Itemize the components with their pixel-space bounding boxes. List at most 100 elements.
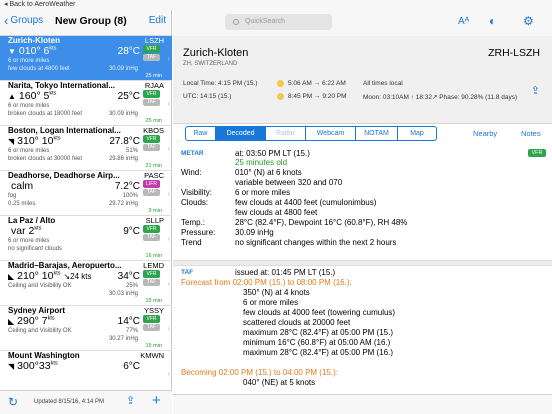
station-code: SLLP [145,216,164,225]
groups-back-button[interactable]: ‹ Groups [4,14,43,27]
temperature: 28°C [117,46,140,57]
back-to-app-link[interactable]: ◂ Back to AeroWeather [4,1,75,8]
chevron-right-icon: › [167,369,170,378]
metar-value: 28°C (82.4°F), Dewpoint 16°C (60.8°F), R… [235,218,408,227]
station-code: RJAA [144,81,164,90]
pressure: 30.09 inHg [108,111,138,117]
report-age: 25 min [145,73,162,79]
temperature: 9°C [123,226,140,237]
metar-value: 6 or more miles [235,188,291,197]
station-info: Zurich-Kloten ZH, SWITZERLAND ZRH-LSZH L… [173,36,552,124]
tab-map[interactable]: Map [398,127,436,140]
station-code: PASC [144,171,164,180]
temperature: 25°C [117,91,140,102]
taf-line: maximum 28°C (82.4°F) at 05:00 PM (15.) [243,328,394,337]
station-name: Zurich-Kloten [8,36,60,45]
taf-badge: TAF [143,234,160,241]
wind-readout: calm [11,180,34,192]
metar-value: few clouds at 4400 feet (cumulonimbus) [235,198,377,207]
report-age: 9 min [148,208,162,214]
flight-rule-badge: LIFR [143,180,160,188]
visibility: 6 or more miles [8,238,50,244]
station-row[interactable]: Sydney Airport YSSY ◣ 290° 7kts 14°C VFR TAF C… [0,306,172,351]
report-age: 15 min [145,298,162,304]
station-name: Sydney Airport [8,306,66,315]
taf-badge: TAF [143,189,160,196]
station-row[interactable]: Deadhorse, Deadhorse Airp... PASC calm 7.2… [0,171,172,216]
wind-readout: ▼ 010° 6kts [8,45,57,57]
section-divider [173,260,552,266]
taf-line: 040° (NE) at 5 knots [243,378,316,387]
station-row[interactable]: Narita, Tokyo International... RJAA ▲ 160° … [0,81,172,126]
text-size-icon[interactable]: Aᴬ [458,16,469,27]
station-name: Mount Washington [8,351,80,360]
station-row[interactable]: Madrid–Barajas, Aeropuerto... LEMD ◣ 210° 1… [0,261,172,306]
metar-vfr-badge: VFR [528,149,546,157]
wind-readout: ◥ 300°33kts [8,360,58,372]
humidity: 25% [125,283,138,289]
share-icon[interactable]: ⇪ [531,84,540,97]
station-row[interactable]: La Paz / Alto SLLP var 2kts 9°C VFR TAF 6 or … [0,216,172,261]
chevron-right-icon: › [167,99,170,108]
pressure: 30.09 inHg [108,66,138,72]
station-row[interactable]: Mount Washington KMWN ◥ 300°33kts 6°C › [0,351,172,381]
station-row[interactable]: Boston, Logan International... KBOS ◥ 310° … [0,126,172,171]
chevron-right-icon: › [167,144,170,153]
nearby-link[interactable]: Nearby [473,129,497,138]
taf-line: minimum 16°C (60.8°F) at 05:00 AM (16.) [243,338,391,347]
search-icon [233,19,239,25]
edit-button[interactable]: Edit [149,15,166,26]
detail-footer [173,394,552,414]
tab-decoded[interactable]: Decoded [216,127,266,140]
station-name: La Paz / Alto [8,216,56,225]
share-icon[interactable]: ⇪ [126,394,135,407]
sunrise: 5:06 AM → 6:22 AM [277,80,346,87]
metar-key: Wind: [181,168,202,177]
settings-icon[interactable]: ⚙ [523,14,534,28]
station-row[interactable]: Zurich-Kloten LSZH ▼ 010° 6kts 28°C VFR TAF 6 … [0,36,172,81]
wind-arrow-icon: ◥ [8,362,15,371]
visibility: Ceiling and Visibility OK [8,328,72,334]
utc-time: UTC: 14:15 (15.) [183,93,232,100]
taf-line: Forecast from 02:00 PM (15.) to 08:00 PM… [181,278,352,287]
view-tabs: Raw Decoded Radar Webcam NOTAM Map [185,126,437,141]
wind-arrow-icon: ▼ [8,47,16,56]
tab-raw[interactable]: Raw [186,127,216,140]
stations-panel: ‹ Groups New Group (8) Edit Zurich-Klote… [0,10,172,414]
station-code: YSSY [143,306,164,315]
flight-rule-badge: VFR [143,315,160,323]
contrast-icon[interactable]: ◐ [489,14,496,28]
notes-link[interactable]: Notes [521,129,541,138]
wind-readout: ◣ 210° 10kts ↘24 kts [8,270,92,282]
temperature: 7.2°C [114,181,140,192]
refresh-icon[interactable]: ↻ [8,395,18,409]
station-code: KBOS [143,126,164,135]
stations-footer: ↻ Updated 8/15/16, 4:14 PM ⇪ + [0,390,172,414]
taf-tag: TAF [181,269,194,276]
flight-rule-badge: VFR [143,270,160,278]
add-icon[interactable]: + [152,392,161,409]
metar-value: 010° (N) at 6 knots [235,168,302,177]
quicksearch-field[interactable]: QuickSearch [225,14,332,30]
metar-age: 25 minutes old [235,158,288,167]
station-list: Zurich-Kloten LSZH ▼ 010° 6kts 28°C VFR TAF 6 … [0,36,172,381]
flight-rule-badge: VFR [143,225,160,233]
taf-line: Becoming 02:00 PM (15.) to 04:00 PM (15.… [181,368,338,377]
station-name: Narita, Tokyo International... [8,81,115,90]
tab-webcam[interactable]: Webcam [306,127,356,140]
sunset: 8:45 PM → 9:20 PM [277,93,347,100]
pressure: 30.27 inHg [108,336,138,342]
taf-section: TAF issued at: 01:45 PM LT (15.) Forecas… [173,268,552,396]
taf-badge: TAF [143,144,160,151]
sky-condition: no significant clouds [8,246,63,252]
wind-arrow-icon: ◣ [8,272,15,281]
tab-radar[interactable]: Radar [266,127,306,140]
chevron-right-icon: › [167,324,170,333]
status-bar[interactable]: ◂ Back to AeroWeather [0,0,552,10]
pressure: 29.72 inHg [108,201,138,207]
station-code: KMWN [140,351,164,360]
station-code: LEMD [143,261,164,270]
flight-rule-badge: VFR [143,45,160,53]
tab-notam[interactable]: NOTAM [356,127,398,140]
metar-value: 30.09 inHg [235,228,274,237]
